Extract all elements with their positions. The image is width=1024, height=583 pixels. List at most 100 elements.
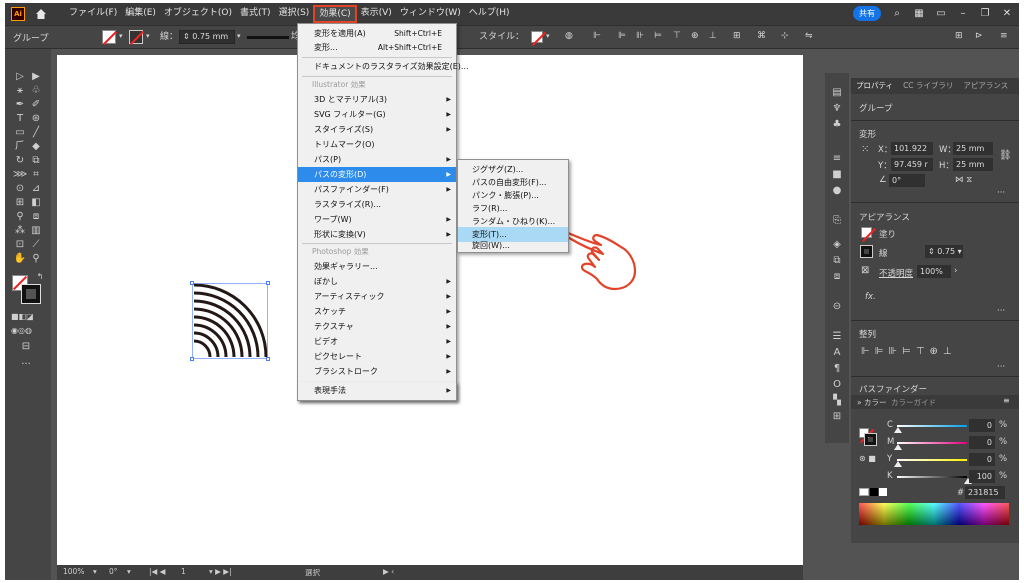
arrange-icon[interactable]: ▭: [935, 8, 947, 20]
character-panel-icon[interactable]: A: [831, 347, 843, 359]
fill-swatch[interactable]: [102, 30, 116, 44]
zoom-dropdown-icon[interactable]: ▾: [93, 567, 97, 576]
menu-distort-transform[interactable]: パスの変形(D) ▶: [298, 167, 456, 182]
stroke-dropdown-icon[interactable]: ▾: [146, 29, 150, 43]
stroke-width-dropdown-icon[interactable]: ▾: [237, 29, 241, 43]
align-panel-icon[interactable]: ☰: [831, 331, 843, 343]
blend-tool-icon[interactable]: ⧈: [29, 211, 43, 223]
menu-pathfinder[interactable]: パスファインダー(F) ▶: [298, 182, 456, 197]
constrain-proportions-icon[interactable]: ⛓: [999, 150, 1012, 161]
menu-crop-marks[interactable]: トリムマーク(O): [298, 137, 456, 152]
layers-panel-icon[interactable]: ◈: [831, 239, 843, 251]
fx-label[interactable]: fx.: [865, 292, 876, 302]
selection-handle[interactable]: [190, 357, 194, 361]
concentric-arcs-artwork[interactable]: [192, 283, 268, 359]
stroke-weight-field[interactable]: ⇕ 0.75 ▾: [925, 245, 963, 258]
align-top-icon[interactable]: ⊤: [673, 29, 681, 43]
menu-svg-filters[interactable]: SVG フィルター(G) ▶: [298, 107, 456, 122]
edit-toolbar-icon[interactable]: ···: [19, 359, 33, 371]
selection-handle[interactable]: [266, 281, 270, 285]
transform-panel-icon[interactable]: ⊝: [831, 301, 843, 313]
tab-cc-libraries[interactable]: CC ライブラリ: [898, 78, 958, 94]
width-tool-icon[interactable]: ⋙: [13, 169, 27, 181]
home-icon[interactable]: [35, 8, 47, 20]
lasso-tool-icon[interactable]: ♧: [29, 85, 43, 97]
arrange-documents-icon[interactable]: ⊳: [975, 29, 983, 43]
appearance-stroke-swatch[interactable]: [860, 245, 873, 258]
menu-path[interactable]: パス(P) ▶: [298, 152, 456, 167]
yellow-field[interactable]: 0: [969, 453, 995, 466]
menu-3d-materials[interactable]: 3D とマテリアル(3) ▶: [298, 92, 456, 107]
menu-object[interactable]: オブジェクト(O): [160, 5, 236, 23]
menu-select[interactable]: 選択(S): [275, 5, 314, 23]
stroke-color-icon[interactable]: [21, 284, 41, 304]
opacity-field[interactable]: 100%: [917, 265, 951, 278]
menu-file[interactable]: ファイル(F): [65, 5, 121, 23]
none-swatch[interactable]: [859, 488, 869, 496]
rotation-value[interactable]: 0°: [109, 567, 118, 576]
mesh-tool-icon[interactable]: ⊞: [13, 197, 27, 209]
menu-brush-strokes[interactable]: ブラシストローク ▶: [298, 364, 456, 379]
selection-handle[interactable]: [190, 281, 194, 285]
fill-dropdown-icon[interactable]: ▾: [119, 29, 123, 43]
share-button[interactable]: 共有: [853, 6, 881, 21]
artboard-tool-icon[interactable]: ⊡: [13, 239, 27, 251]
flip-icons[interactable]: ⋈ ⧖: [955, 175, 972, 185]
hex-field[interactable]: 231815: [965, 486, 1005, 499]
swap-colors-icon[interactable]: ↰: [33, 271, 47, 283]
menu-texture[interactable]: テクスチャ ▶: [298, 319, 456, 334]
style-dropdown-icon[interactable]: ▾: [546, 29, 550, 43]
touch-type-tool-icon[interactable]: ⊛: [29, 113, 43, 125]
yellow-slider[interactable]: [897, 459, 967, 461]
opacity-arrow-icon[interactable]: ›: [954, 266, 957, 276]
artboards-panel-icon[interactable]: ⧉: [831, 255, 843, 267]
perspective-tool-icon[interactable]: ⊿: [29, 183, 43, 195]
selection-tool-icon[interactable]: ▷: [13, 71, 27, 83]
h-field[interactable]: 25 mm: [953, 158, 993, 171]
menu-warp[interactable]: ワープ(W) ▶: [298, 212, 456, 227]
search-icon[interactable]: ⌕: [891, 8, 903, 20]
black-slider[interactable]: [897, 476, 967, 478]
align-right-icon[interactable]: ⊨: [654, 29, 662, 43]
submenu-twist[interactable]: 旋回(W)...: [458, 240, 568, 252]
links-panel-icon[interactable]: ⧈: [831, 271, 843, 283]
cyan-slider-thumb[interactable]: [894, 427, 902, 433]
hand-tool-icon[interactable]: ✋: [13, 253, 27, 265]
magic-wand-tool-icon[interactable]: ⚹: [13, 85, 27, 97]
artboard-nav-next-icon[interactable]: ▾ ▶ ▶|: [209, 567, 232, 576]
status-menu-icon[interactable]: ▶ ‹: [383, 567, 394, 576]
menu-last-effect[interactable]: 変形... Alt+Shift+Ctrl+E: [298, 40, 456, 55]
menu-blur[interactable]: ぼかし ▶: [298, 274, 456, 289]
menu-pixelate[interactable]: ピクセレート ▶: [298, 349, 456, 364]
recolor-icon[interactable]: ◍: [565, 29, 573, 43]
eyedropper-tool-icon[interactable]: ⚲: [13, 211, 27, 223]
puppet-warp-icon[interactable]: ⊹: [781, 29, 789, 43]
zoom-tool-icon[interactable]: ⚲: [29, 253, 43, 265]
libraries-panel-icon[interactable]: ♆: [831, 103, 843, 115]
restore-icon[interactable]: ❐: [979, 8, 991, 20]
artboard-nav-prev-icon[interactable]: |◀ ◀: [149, 567, 165, 576]
graph-tool-icon[interactable]: ▥: [29, 225, 43, 237]
color-mode-icon[interactable]: ■◧◪: [11, 311, 34, 323]
appearance-panel-icon[interactable]: ♣: [831, 119, 843, 131]
transparency-panel-icon[interactable]: ●: [831, 185, 843, 197]
workspace-icon[interactable]: ▦: [913, 8, 925, 20]
stroke-swatch[interactable]: [129, 30, 143, 44]
artboard-number[interactable]: 1: [181, 567, 186, 576]
rotate-tool-icon[interactable]: ↻: [13, 155, 27, 167]
menu-rasterize[interactable]: ラスタライズ(R)...: [298, 197, 456, 212]
close-icon[interactable]: ✕: [1001, 8, 1013, 20]
slice-tool-icon[interactable]: ⟋: [29, 239, 43, 251]
gradient-tool-icon[interactable]: ◧: [29, 197, 43, 209]
free-transform-tool-icon[interactable]: ⌗: [29, 169, 43, 181]
graphic-style-swatch[interactable]: [531, 31, 543, 43]
menu-sketch[interactable]: スケッチ ▶: [298, 304, 456, 319]
cyan-slider[interactable]: [897, 425, 967, 427]
menu-edit[interactable]: 編集(E): [121, 5, 160, 23]
tab-appearance[interactable]: アピアランス: [958, 78, 1013, 94]
more-align-icon[interactable]: ···: [997, 362, 1005, 372]
menu-stylize[interactable]: スタイライズ(S) ▶: [298, 122, 456, 137]
paintbrush-tool-icon[interactable]: ⺁: [13, 141, 27, 153]
shaper-tool-icon[interactable]: ◆: [29, 141, 43, 153]
align-middle-icon[interactable]: ⊕: [691, 29, 699, 43]
